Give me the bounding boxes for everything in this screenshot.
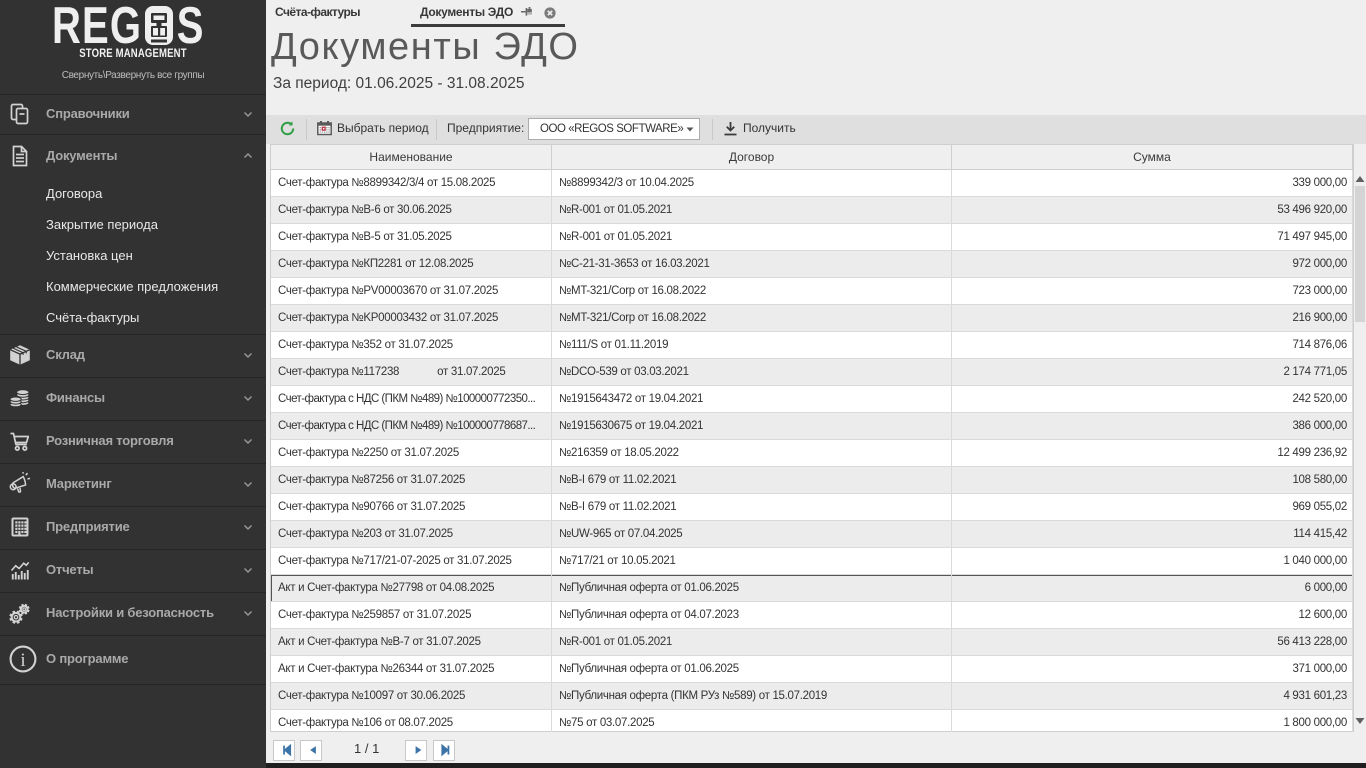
svg-text:i: i xyxy=(20,650,25,671)
svg-text:REG: REG xyxy=(52,4,142,46)
svg-text:S: S xyxy=(177,4,204,46)
